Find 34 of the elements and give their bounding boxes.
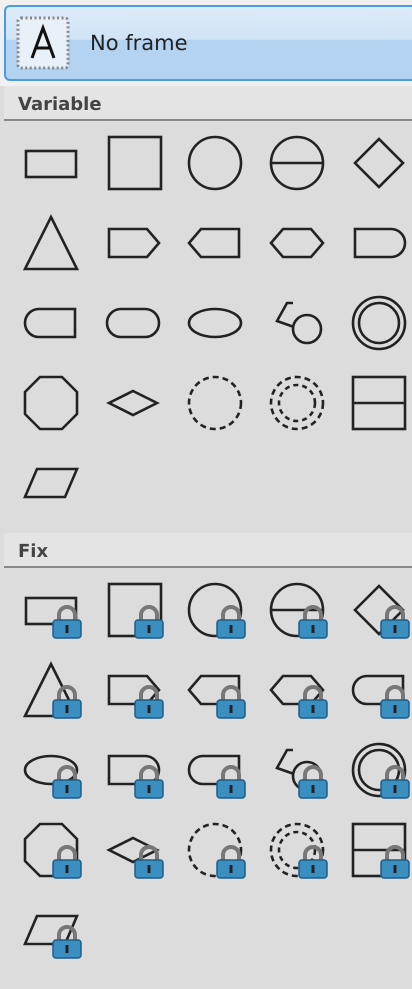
padlock-icon [379, 845, 411, 879]
circle-shape-icon [185, 133, 245, 193]
no-frame-option[interactable]: No frame [4, 5, 412, 81]
padlock-icon [379, 765, 411, 799]
padlock-icon [215, 845, 247, 879]
split-square-shape-icon [349, 373, 409, 433]
padlock-icon [51, 925, 83, 959]
padlock-icon [51, 845, 83, 879]
padlock-icon [51, 765, 83, 799]
padlock-icon [215, 685, 247, 719]
split-circle-shape-icon [267, 133, 327, 193]
padlock-icon [215, 765, 247, 799]
padlock-icon [133, 765, 165, 799]
padlock-icon [297, 605, 329, 639]
dashed-double-circle-shape-icon [267, 373, 327, 433]
dotted-letter-a-icon [16, 16, 70, 70]
dashed-circle-shape-icon [185, 373, 245, 433]
octagon-shape-icon [21, 373, 81, 433]
double-circle-shape-icon [349, 293, 409, 353]
padlock-icon [379, 605, 411, 639]
padlock-icon [379, 685, 411, 719]
padlock-icon [215, 605, 247, 639]
padlock-icon [297, 685, 329, 719]
padlock-icon [133, 845, 165, 879]
padlock-icon [51, 605, 83, 639]
padlock-icon [133, 605, 165, 639]
padlock-icon [297, 845, 329, 879]
section-header: Fix [4, 533, 412, 568]
padlock-icon [133, 685, 165, 719]
triangle-shape-icon [21, 213, 81, 273]
dashed-double-circle-shape-icon [267, 820, 327, 880]
padlock-icon [51, 685, 83, 719]
padlock-icon [297, 765, 329, 799]
section-header: Variable [4, 86, 412, 121]
